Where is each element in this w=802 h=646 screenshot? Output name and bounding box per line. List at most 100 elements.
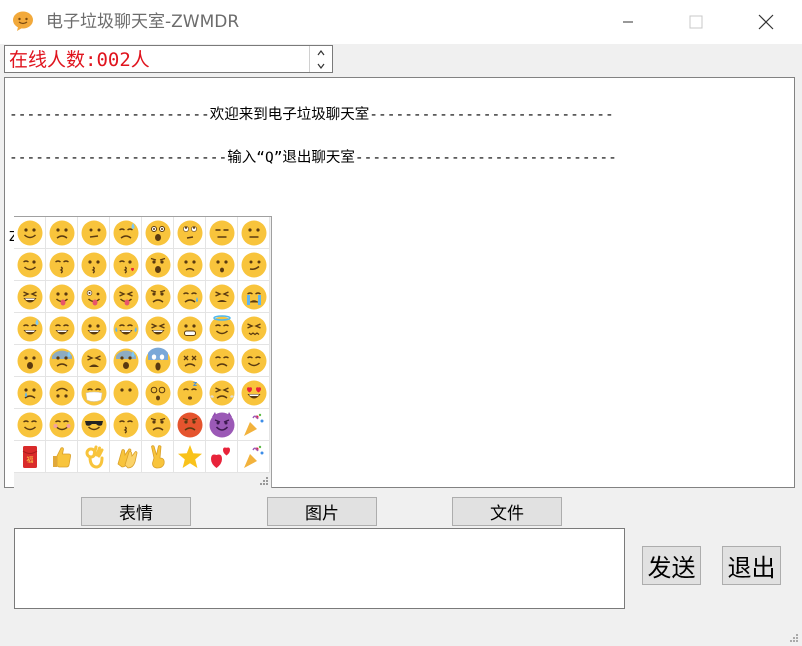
send-button[interactable]: 发送 bbox=[642, 546, 701, 585]
confused-icon bbox=[177, 252, 202, 277]
emoji-ok-hand-cell[interactable] bbox=[78, 441, 110, 473]
emoji-cold-sweat-cell[interactable] bbox=[110, 345, 142, 377]
emoji-triumph-cell[interactable] bbox=[206, 377, 238, 409]
emoji-rage-cell[interactable] bbox=[174, 409, 206, 441]
emoji-anxious-sweat-cell[interactable] bbox=[46, 345, 78, 377]
emoji-frowning-open-cell[interactable] bbox=[14, 345, 46, 377]
emoji-innocent-cell[interactable] bbox=[206, 313, 238, 345]
emoji-weary-cell[interactable] bbox=[78, 345, 110, 377]
emoji-persevere-cell[interactable] bbox=[174, 345, 206, 377]
emoji-wink-cell[interactable] bbox=[14, 249, 46, 281]
emoji-confounded-cell[interactable] bbox=[238, 313, 270, 345]
expressionless-icon bbox=[209, 220, 234, 245]
image-button[interactable]: 图片 bbox=[267, 497, 377, 526]
emoji-smirk-cell[interactable] bbox=[238, 249, 270, 281]
exit-button[interactable]: 退出 bbox=[722, 546, 781, 585]
emoji-party-popper-2-cell[interactable] bbox=[238, 409, 270, 441]
emoji-anguished-cell[interactable] bbox=[142, 249, 174, 281]
spin-up-button[interactable] bbox=[310, 46, 332, 59]
emoji-confused-cell[interactable] bbox=[174, 249, 206, 281]
relieved-2-icon bbox=[17, 412, 42, 437]
emoji-tongue-squint-cell[interactable] bbox=[110, 281, 142, 313]
emoji-tongue-cell[interactable] bbox=[46, 281, 78, 313]
emoji-big-grin-cell[interactable] bbox=[78, 313, 110, 345]
emoji-disappointed-cell[interactable] bbox=[206, 345, 238, 377]
party-popper-2-icon bbox=[243, 413, 263, 436]
rage-icon bbox=[177, 412, 202, 437]
emoji-star-cell[interactable] bbox=[174, 441, 206, 473]
emoji-clap-cell[interactable] bbox=[110, 441, 142, 473]
minimize-button[interactable] bbox=[603, 0, 653, 44]
title-bar: 电子垃圾聊天室-ZWMDR bbox=[0, 0, 802, 44]
emoji-red-envelope-cell[interactable]: 福 bbox=[14, 441, 46, 473]
emoji-dizzy-cell[interactable] bbox=[142, 377, 174, 409]
emoji-sweat-smile-cell[interactable] bbox=[14, 313, 46, 345]
emoji-grin-teeth-cell[interactable] bbox=[174, 313, 206, 345]
crying-icon bbox=[241, 284, 266, 309]
close-button[interactable] bbox=[741, 0, 791, 44]
ok-hand-icon bbox=[85, 445, 103, 469]
emoji-relieved-2-cell[interactable] bbox=[14, 409, 46, 441]
file-button[interactable]: 文件 bbox=[452, 497, 562, 526]
message-input[interactable] bbox=[14, 528, 625, 609]
window-resize-grip-icon[interactable] bbox=[789, 633, 799, 643]
emoji-expressionless-cell[interactable] bbox=[206, 217, 238, 249]
emoji-kissing-cell[interactable] bbox=[78, 249, 110, 281]
disappointed-icon bbox=[209, 348, 234, 373]
emoji-two-hearts-cell[interactable] bbox=[206, 441, 238, 473]
emoji-eye-roll-cell[interactable] bbox=[174, 217, 206, 249]
emoji-button[interactable]: 表情 bbox=[81, 497, 191, 526]
downcast-sweat-icon bbox=[113, 220, 138, 245]
emoji-worried-cell[interactable] bbox=[142, 281, 174, 313]
online-count-spinbox[interactable]: 在线人数:002人 bbox=[4, 45, 333, 73]
emoji-kiss-closed-cell[interactable] bbox=[110, 409, 142, 441]
emoji-grin-cell[interactable] bbox=[46, 313, 78, 345]
emoji-blush-cell[interactable] bbox=[46, 409, 78, 441]
maximize-button[interactable] bbox=[671, 0, 721, 44]
clap-icon bbox=[117, 447, 137, 468]
pensive-sweat-icon bbox=[177, 284, 202, 309]
emoji-upside-down-cell[interactable] bbox=[46, 377, 78, 409]
emoji-relieved-cell[interactable] bbox=[238, 345, 270, 377]
kiss-closed-icon bbox=[113, 412, 138, 437]
emoji-joy-cell[interactable] bbox=[110, 313, 142, 345]
emoji-grin-squint-cell[interactable] bbox=[14, 281, 46, 313]
heart-eyes-icon bbox=[241, 380, 266, 405]
emoji-thumbs-up-cell[interactable] bbox=[46, 441, 78, 473]
smirk-icon bbox=[241, 252, 266, 277]
unamused-icon bbox=[81, 220, 106, 245]
emoji-unamused-cell[interactable] bbox=[78, 217, 110, 249]
kissing-smile-icon bbox=[49, 252, 74, 277]
emoji-no-mouth-cell[interactable] bbox=[110, 377, 142, 409]
emoji-sunglasses-cell[interactable] bbox=[78, 409, 110, 441]
emoji-victory-cell[interactable] bbox=[142, 441, 174, 473]
emoji-tired-cell[interactable] bbox=[206, 281, 238, 313]
emoji-zany-cell[interactable] bbox=[78, 281, 110, 313]
victory-icon bbox=[150, 444, 165, 468]
emoji-beaming-cell[interactable] bbox=[142, 313, 174, 345]
emoji-neutral-cell[interactable] bbox=[238, 217, 270, 249]
emoji-party-popper-cell[interactable] bbox=[238, 441, 270, 473]
emoji-pensive-sweat-cell[interactable] bbox=[174, 281, 206, 313]
emoji-kissing-smile-cell[interactable] bbox=[46, 249, 78, 281]
emoji-frown-cell[interactable] bbox=[46, 217, 78, 249]
emoji-sad-tear-cell[interactable] bbox=[14, 377, 46, 409]
mask-icon bbox=[81, 380, 106, 405]
spin-down-button[interactable] bbox=[310, 59, 332, 72]
emoji-smiling-devil-cell[interactable] bbox=[206, 409, 238, 441]
resize-grip-icon[interactable] bbox=[259, 476, 269, 486]
emoji-crying-cell[interactable] bbox=[238, 281, 270, 313]
emoji-mask-cell[interactable] bbox=[78, 377, 110, 409]
emoji-kiss-heart-cell[interactable] bbox=[110, 249, 142, 281]
dizzy-icon bbox=[145, 380, 170, 405]
emoji-downcast-sweat-cell[interactable] bbox=[110, 217, 142, 249]
emoji-angry-2-cell[interactable] bbox=[142, 409, 174, 441]
party-popper-icon bbox=[243, 445, 263, 468]
emoji-sleeping-cell[interactable]: z bbox=[174, 377, 206, 409]
emoji-scream-cell[interactable] bbox=[142, 345, 174, 377]
emoji-smile-cell[interactable] bbox=[14, 217, 46, 249]
emoji-astonished-cell[interactable] bbox=[142, 217, 174, 249]
thumbs-up-icon bbox=[52, 446, 71, 467]
emoji-heart-eyes-cell[interactable] bbox=[238, 377, 270, 409]
emoji-hushed-cell[interactable] bbox=[206, 249, 238, 281]
